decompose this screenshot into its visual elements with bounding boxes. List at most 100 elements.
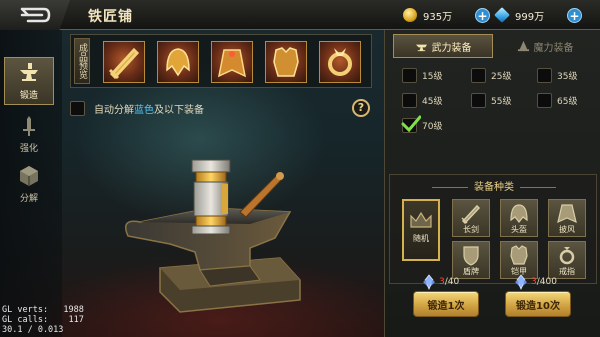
ring-item-icon [328,48,352,76]
level-label: 25级 [491,72,512,82]
level-option[interactable]: 45级 [402,93,442,108]
preview-item[interactable] [265,41,307,83]
debug-stats: GL verts: 1988 GL calls: 117 30.1 / 0.013 [2,305,84,335]
level-option[interactable]: 15级 [402,68,442,83]
level-option[interactable]: 65级 [537,93,577,108]
equipment-type-title-text: 装备种类 [474,182,514,193]
auto-decompose-suffix: 及以下装备 [154,105,204,116]
cloak-icon [557,204,577,224]
forge-once-cost: 3/40 [421,274,459,290]
anvil-icon [415,44,427,51]
anvil-icon [20,63,38,81]
auto-decompose-checkbox[interactable] [70,101,85,116]
level-option[interactable]: 35级 [537,68,577,83]
type-label: 长剑 [463,225,479,234]
equipment-type-title: 装备种类 [390,178,598,193]
tab-martial-equipment[interactable]: 武力装备 [393,34,493,58]
type-random-label: 随机 [413,234,429,243]
cloak-item-icon [217,49,247,78]
level-label: 45级 [422,97,443,107]
checkmark-icon [401,115,421,133]
tab-magic-label: 魔力装备 [533,42,574,54]
helmet-item-icon [166,48,190,77]
add-gold-button[interactable]: + [475,7,490,23]
auto-decompose-option[interactable]: 自动分解 蓝色 及以下装备 [70,101,204,116]
diamond-resource: 999万 + [494,5,582,25]
nav-decompose-label: 分解 [19,194,38,204]
diamond-icon [494,7,510,23]
debug-line: GL calls: 117 [2,315,84,325]
level-option[interactable]: 25级 [471,68,511,83]
level-option[interactable]: 70级 [401,115,443,133]
product-preview: 成品预览 [70,34,372,88]
hat-icon [517,40,529,51]
forge-ten-total: /400 [536,277,557,287]
crystal-icon [515,274,527,290]
tab-magic-equipment[interactable]: 魔力装备 [495,34,595,58]
diamond-amount: 999万 [515,11,545,23]
level-checkbox[interactable] [471,93,486,108]
sword-item-icon [108,47,140,80]
forge-once-total: /40 [444,277,460,287]
forge-ten-button[interactable]: 锻造10次 [505,291,571,317]
type-cloak[interactable]: 披风 [548,199,586,237]
back-button[interactable] [0,0,70,30]
level-checkbox[interactable] [471,68,486,83]
level-checkbox[interactable] [402,68,417,83]
preview-item[interactable] [211,41,253,83]
level-label: 35级 [557,72,578,82]
type-label: 盾牌 [463,267,479,276]
auto-decompose-prefix: 自动分解 [94,105,134,116]
helmet-icon [510,204,528,223]
level-label: 70级 [422,122,443,132]
equipment-type-box: 装备种类 随机 长剑 头盔 披风 盾牌 铠甲 戒指 [389,174,597,284]
crystal-icon [423,274,435,290]
type-random[interactable]: 随机 [402,199,440,261]
ring-icon [559,247,575,265]
crown-icon [410,211,432,228]
level-label: 15级 [422,72,443,82]
debug-line: 30.1 / 0.013 [2,325,64,335]
level-option[interactable]: 55级 [471,93,511,108]
type-helmet[interactable]: 头盔 [500,199,538,237]
forge-ten-cost: 3/400 [513,274,557,290]
cube-icon [20,166,38,186]
nav-enhance[interactable]: 强化 [4,110,54,158]
help-button[interactable]: ? [352,99,370,117]
top-bar: 铁匠铺 935万 + 999万 + [0,0,600,30]
nav-forge-label: 锻造 [19,91,38,101]
armor-item-icon [273,47,299,77]
nav-forge[interactable]: 锻造 [4,57,54,105]
type-label: 戒指 [559,267,575,276]
debug-line: GL verts: 1988 [2,305,84,315]
gold-resource: 935万 + [403,5,490,25]
back-arrow-icon [20,7,51,23]
sword-icon [461,204,481,224]
side-nav: 锻造 强化 分解 [0,30,62,337]
auto-decompose-quality: 蓝色 [134,105,154,116]
preview-label: 成品预览 [74,38,90,84]
tab-martial-label: 武力装备 [431,42,472,54]
level-checkbox-checked[interactable] [401,115,421,133]
level-label: 55级 [491,97,512,107]
nav-decompose[interactable]: 分解 [4,160,54,208]
forge-once-button[interactable]: 锻造1次 [413,291,479,317]
nav-enhance-label: 强化 [19,144,38,154]
preview-item[interactable] [103,41,145,83]
level-checkbox[interactable] [537,68,552,83]
page-title: 铁匠铺 [88,9,133,25]
level-checkbox[interactable] [537,93,552,108]
type-label: 披风 [559,225,575,234]
blacksmith-screen: 铁匠铺 935万 + 999万 + 锻造 强化 分解 成品预览 自动分解 蓝色 … [0,0,600,337]
level-checkbox[interactable] [402,93,417,108]
anvil-illustration [125,159,301,313]
level-label: 65级 [557,97,578,107]
preview-item[interactable] [157,41,199,83]
gold-coin-icon [403,8,417,22]
type-sword[interactable]: 长剑 [452,199,490,237]
forge-options-panel: 武力装备 魔力装备 15级 25级 35级 45级 55级 65级 70级 装备… [384,30,600,337]
add-diamond-button[interactable]: + [567,7,582,23]
preview-item[interactable] [319,41,361,83]
gold-amount: 935万 [423,11,453,23]
type-label: 头盔 [511,225,527,234]
